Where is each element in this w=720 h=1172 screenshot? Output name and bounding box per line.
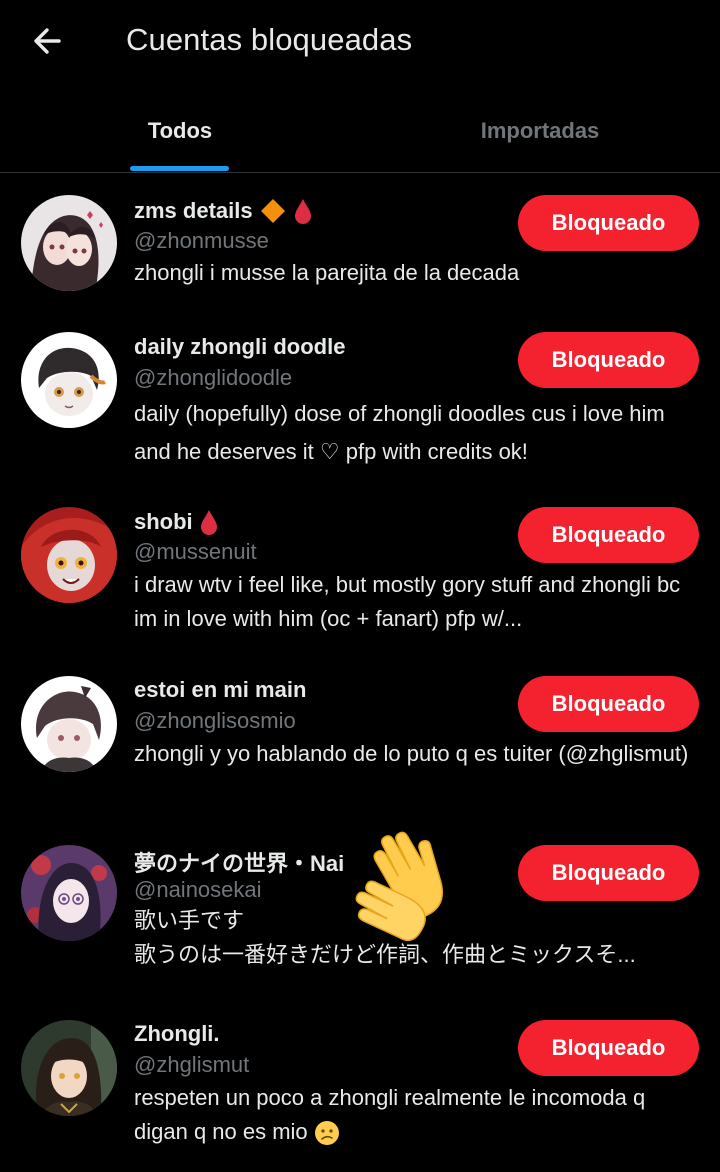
page-title: Cuentas bloqueadas xyxy=(126,22,413,57)
account-handle[interactable]: @zhonglisosmio xyxy=(134,708,296,734)
tab-bar: Todos Importadas xyxy=(0,96,720,173)
tab-importadas[interactable]: Importadas xyxy=(360,96,720,172)
account-handle[interactable]: @zhonglidoodle xyxy=(134,365,292,391)
account-bio: daily (hopefully) dose of zhongli doodle… xyxy=(134,401,665,464)
drop-of-blood-emoji xyxy=(200,510,217,535)
blocked-button[interactable]: Bloqueado xyxy=(518,676,699,732)
account-handle[interactable]: @mussenuit xyxy=(134,539,257,565)
account-name-row[interactable]: daily zhongli doodle xyxy=(134,334,345,360)
account-name: estoi en mi main xyxy=(134,677,307,702)
account-name: 夢のナイの世界・Nai xyxy=(134,851,345,876)
blocked-button[interactable]: Bloqueado xyxy=(518,507,699,563)
list-item[interactable]: daily zhongli doodle @zhonglidoodle dail… xyxy=(0,311,720,481)
account-bio: zhongli y yo hablando de lo puto q es tu… xyxy=(134,741,689,766)
avatar[interactable] xyxy=(21,1020,117,1116)
avatar[interactable] xyxy=(21,507,117,603)
account-name-row[interactable]: zms details xyxy=(134,197,313,225)
account-handle[interactable]: @zhglismut xyxy=(134,1052,249,1078)
account-bio: zhongli i musse la parejita de la decada xyxy=(134,260,520,285)
back-button[interactable] xyxy=(28,20,70,62)
avatar[interactable] xyxy=(21,845,117,941)
waving-hands-emoji xyxy=(355,831,444,942)
list-item[interactable]: zms details @zhonmusse zhongli i musse l… xyxy=(0,174,720,324)
account-name: Zhongli. xyxy=(134,1021,220,1046)
account-name-row[interactable]: estoi en mi main xyxy=(134,677,306,703)
account-bio: respeten un poco a zhongli realmente le … xyxy=(134,1081,700,1149)
tab-todos[interactable]: Todos xyxy=(0,96,360,172)
blocked-button[interactable]: Bloqueado xyxy=(518,195,699,251)
account-name: shobi xyxy=(134,509,193,534)
blocked-button[interactable]: Bloqueado xyxy=(518,845,699,901)
account-name-row[interactable]: shobi xyxy=(134,508,219,536)
account-name-row[interactable]: 夢のナイの世界・Nai xyxy=(134,846,344,878)
account-name-row[interactable]: Zhongli. xyxy=(134,1021,220,1047)
list-item[interactable]: Zhongli. @zhglismut respeten un poco a z… xyxy=(0,999,720,1169)
avatar[interactable] xyxy=(21,195,117,291)
blocked-button[interactable]: Bloqueado xyxy=(518,1020,699,1076)
account-bio-line: 歌うのは一番好きだけど作詞、作曲とミックスそ... xyxy=(134,942,636,967)
blocked-button[interactable]: Bloqueado xyxy=(518,332,699,388)
account-bio-text: respeten un poco a zhongli realmente le … xyxy=(134,1085,646,1144)
top-bar: Cuentas bloqueadas xyxy=(0,0,720,82)
drop-of-blood-emoji xyxy=(294,199,311,224)
account-bio: i draw wtv i feel like, but mostly gory … xyxy=(134,572,681,631)
arrow-left-icon xyxy=(34,28,61,54)
orange-diamond-emoji xyxy=(260,199,285,223)
avatar[interactable] xyxy=(21,676,117,772)
account-name: daily zhongli doodle xyxy=(134,334,346,359)
selected-tab-indicator xyxy=(130,166,229,171)
account-name: zms details xyxy=(134,198,253,223)
account-handle[interactable]: @nainosekai xyxy=(134,877,262,903)
confused-face-emoji xyxy=(314,1121,339,1146)
account-handle[interactable]: @zhonmusse xyxy=(134,228,269,254)
list-item[interactable]: estoi en mi main @zhonglisosmio zhongli … xyxy=(0,655,720,825)
avatar[interactable] xyxy=(21,332,117,428)
list-item[interactable]: shobi @mussenuit i draw wtv i feel like,… xyxy=(0,486,720,656)
